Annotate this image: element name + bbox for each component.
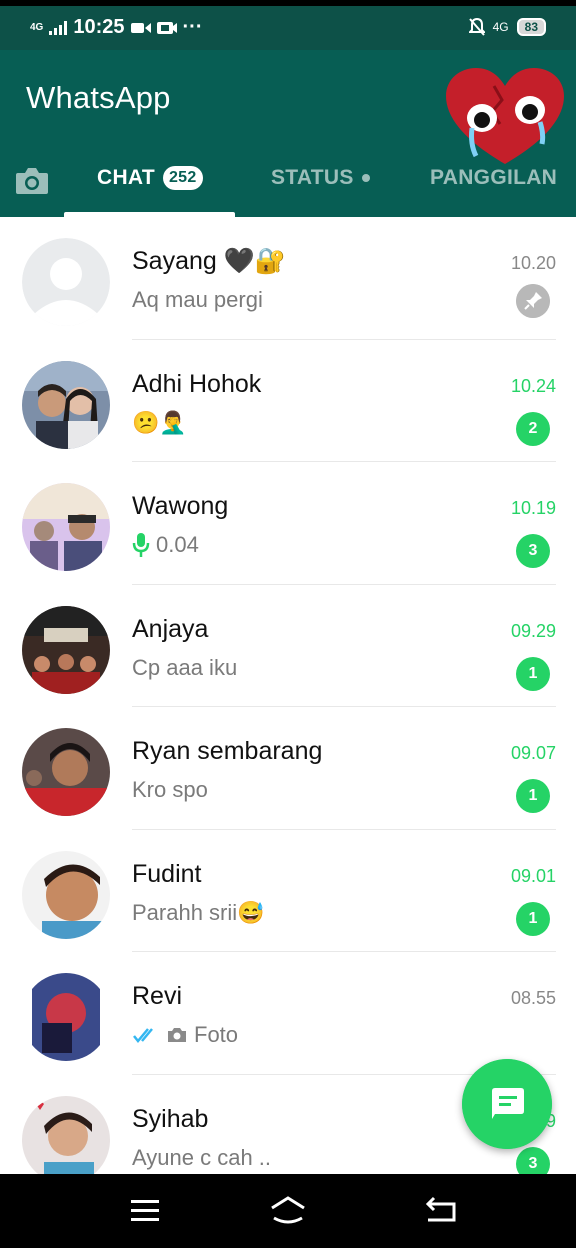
- chat-unread-badge: 252: [162, 166, 203, 190]
- avatar[interactable]: [22, 360, 110, 449]
- unread-count-badge: 3: [516, 534, 550, 568]
- chat-name: Fudint: [132, 859, 202, 888]
- camera-icon[interactable]: [14, 166, 50, 196]
- unread-count-badge: 3: [516, 1146, 550, 1174]
- tab-calls-label: PANGGILAN: [430, 166, 558, 189]
- chat-row[interactable]: Revi Foto 08.55: [0, 952, 576, 1075]
- signal-icon: [49, 20, 68, 35]
- tab-status[interactable]: STATUS: [271, 166, 370, 190]
- tab-status-label: STATUS: [271, 166, 354, 189]
- network-label: 4G: [492, 20, 509, 34]
- chat-time: 09.01: [510, 865, 556, 886]
- avatar[interactable]: [22, 605, 110, 694]
- chat-message-text: 😕🤦‍♂️: [132, 409, 187, 435]
- chat-name: Wawong: [132, 492, 229, 520]
- chat-message-text: Kro spo: [132, 777, 208, 802]
- chat-message: 0.04: [132, 532, 199, 558]
- chat-name: Adhi Hohok: [132, 369, 262, 398]
- status-bar: 4G 10:25 ··· 4G 83: [0, 0, 576, 50]
- chat-row[interactable]: Anjaya Cp aaa iku 09.29 1: [0, 585, 576, 707]
- tab-chat[interactable]: CHAT 252: [97, 166, 203, 190]
- status-time: 10:25: [73, 16, 125, 38]
- chat-message: Ayune c cah ..: [132, 1145, 271, 1171]
- chat-name: Revi: [132, 982, 183, 1010]
- chat-time: 08.55: [510, 988, 556, 1008]
- home-icon[interactable]: [268, 1192, 308, 1228]
- unread-count-badge: 1: [516, 656, 550, 691]
- avatar[interactable]: [22, 238, 110, 326]
- chat-message-text: Ayune c cah ..: [132, 1144, 272, 1170]
- chat-message-text: 0.04: [156, 532, 199, 557]
- mute-bell-icon: [468, 18, 485, 36]
- mic-icon: [132, 533, 150, 557]
- battery-indicator: 83: [516, 18, 546, 36]
- chat-name: Ryan sembarang: [132, 737, 323, 765]
- chat-message-text: Aq mau pergi: [132, 287, 263, 312]
- avatar[interactable]: [22, 973, 110, 1061]
- pin-icon: [516, 284, 550, 318]
- back-icon[interactable]: [420, 1192, 460, 1228]
- whatsapp-screen: 4G 10:25 ··· 4G 83 WhatsApp CHAT 252 STA…: [0, 0, 576, 1248]
- avatar[interactable]: [22, 728, 110, 816]
- chat-row[interactable]: Ryan sembarang Kro spo 09.07 1: [0, 707, 576, 830]
- chat-time: 10.24: [510, 375, 556, 396]
- chat-name: Syihab: [132, 1104, 209, 1133]
- new-chat-button[interactable]: [462, 1059, 552, 1149]
- unread-count-badge: 1: [516, 901, 550, 936]
- double-tick-icon: [133, 1028, 153, 1043]
- chat-row[interactable]: Fudint Parahh srii😅 09.01 1: [0, 830, 576, 952]
- chat-message: Kro spo: [132, 777, 208, 803]
- chat-message: Foto: [132, 1022, 238, 1048]
- chat-time: 10.20: [510, 253, 556, 273]
- chat-list: Sayang 🖤🔐 Aq mau pergi 10.20 Adhi Hohok …: [0, 217, 576, 1174]
- more-indicator: ···: [182, 16, 203, 38]
- avatar[interactable]: [22, 1095, 110, 1175]
- chat-name: Anjaya: [132, 614, 209, 643]
- avatar[interactable]: [22, 483, 110, 571]
- chat-message: Cp aaa iku: [132, 655, 237, 681]
- app-bar: WhatsApp CHAT 252 STATUS PANGGILAN: [0, 50, 576, 217]
- chat-message-text: Cp aaa iku: [132, 654, 238, 680]
- tab-chat-label: CHAT: [97, 166, 155, 189]
- chat-name: Sayang 🖤🔐: [132, 247, 286, 275]
- chat-time: 09.29: [510, 620, 556, 641]
- menu-icon[interactable]: [125, 1192, 165, 1228]
- app-title: WhatsApp: [26, 80, 171, 115]
- signal-label: 4G: [30, 21, 44, 33]
- unread-count-badge: 1: [516, 779, 550, 813]
- chat-message: Parahh srii😅: [132, 900, 265, 926]
- tab-calls[interactable]: PANGGILAN: [430, 166, 557, 190]
- chat-message: 😕🤦‍♂️: [132, 410, 187, 436]
- chat-message: Aq mau pergi: [132, 287, 263, 313]
- camera-icon: [168, 1028, 186, 1042]
- chat-time: 09.07: [510, 743, 556, 763]
- tab-bar: CHAT 252 STATUS PANGGILAN: [0, 154, 576, 217]
- gallery-icon: [156, 21, 177, 34]
- chat-message-text: Parahh srii😅: [132, 899, 265, 925]
- avatar[interactable]: [22, 850, 110, 939]
- chat-row[interactable]: Adhi Hohok 😕🤦‍♂️ 10.24 2: [0, 340, 576, 462]
- video-icon: [130, 22, 151, 33]
- system-nav-bar: [0, 1174, 576, 1248]
- status-dot-icon: [361, 174, 370, 182]
- chat-row[interactable]: Sayang 🖤🔐 Aq mau pergi 10.20: [0, 217, 576, 340]
- chat-row[interactable]: Wawong 0.04 10.19 3: [0, 462, 576, 585]
- chat-time: 10.19: [510, 498, 556, 518]
- chat-message-text: Foto: [194, 1022, 239, 1047]
- unread-count-badge: 2: [516, 411, 550, 446]
